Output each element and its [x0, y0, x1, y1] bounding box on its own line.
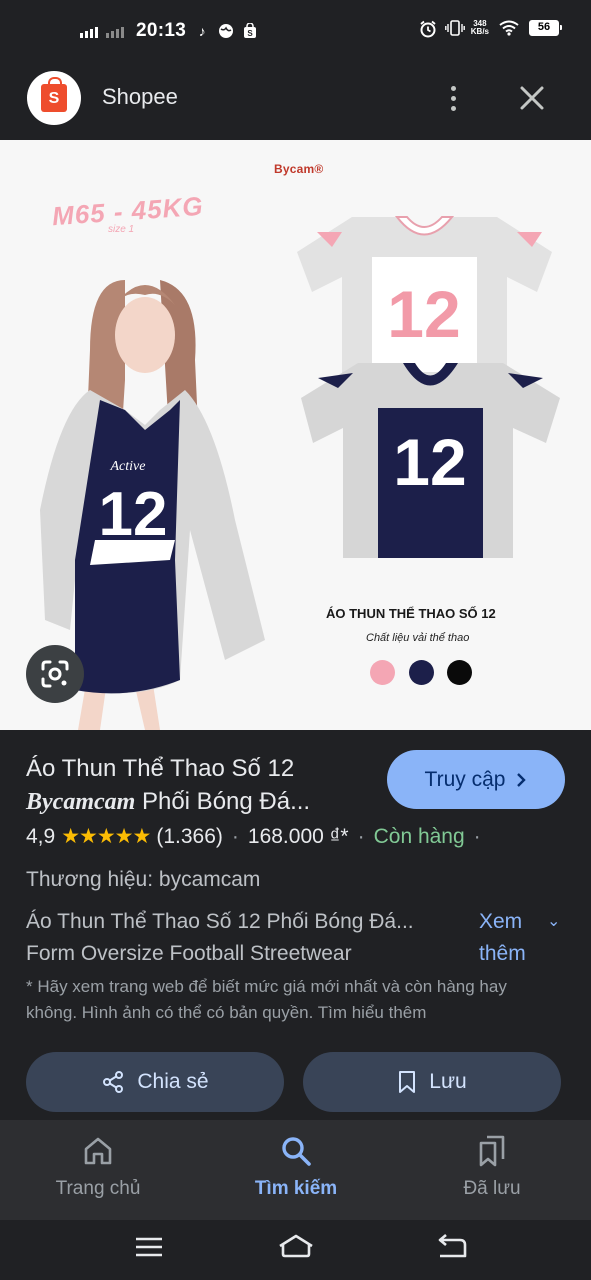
product-description: Áo Thun Thể Thao Số 12 Phối Bóng Đá... F…: [26, 906, 446, 970]
back-icon: [438, 1234, 467, 1258]
product-image[interactable]: Bycam® M65 - 45KG size 1 12 Active 12 12…: [0, 140, 591, 730]
description-line1: Áo Thun Thể Thao Số 12 Phối Bóng Đá...: [26, 910, 414, 933]
visit-button[interactable]: Truy cập: [387, 750, 565, 809]
shopee-bag-icon: S: [41, 77, 67, 112]
svg-text:12: 12: [387, 277, 460, 351]
rating-value: 4,9: [26, 824, 56, 848]
shopee-notification-icon: S: [242, 22, 258, 39]
chevron-down-icon: ⌄: [547, 913, 561, 930]
wifi-icon: [499, 20, 519, 36]
pink-jersey-image: 12: [297, 216, 552, 382]
status-bar: 20:13 ♪ S 348 KB/s 56: [0, 0, 591, 60]
alarm-icon: [419, 20, 436, 38]
stock-status: Còn hàng: [373, 824, 465, 848]
status-left: 20:13 ♪ S: [80, 20, 258, 42]
nav-label-home: Trang chủ: [55, 1178, 141, 1199]
size-sublabel: size 1: [108, 224, 135, 235]
svg-text:12: 12: [393, 425, 466, 499]
status-right: 348 KB/s 56: [419, 20, 562, 38]
tiktok-icon: ♪: [198, 23, 206, 39]
product-title-line2: Bycamcam Phối Bóng Đá...: [26, 785, 376, 819]
product-title-brand: Bycamcam: [26, 789, 136, 815]
globe-icon: [218, 23, 234, 39]
recent-apps-button[interactable]: [131, 1232, 167, 1262]
system-back-button[interactable]: [434, 1232, 470, 1262]
nav-item-search[interactable]: Tìm kiếm: [216, 1134, 376, 1200]
nav-item-home[interactable]: Trang chủ: [18, 1134, 178, 1200]
search-icon: [282, 1137, 311, 1166]
color-swatch-navy: [409, 660, 434, 685]
brand-logo: Bycam®: [274, 162, 324, 176]
see-more-button[interactable]: Xem thêm ⌄: [479, 906, 569, 970]
home-icon: [279, 1234, 313, 1258]
share-label: Chia sẻ: [137, 1070, 209, 1093]
share-icon: [103, 1071, 124, 1093]
net-speed-unit: KB/s: [470, 27, 489, 36]
signal-icon-secondary: [106, 24, 124, 38]
product-info-panel: Áo Thun Thể Thao Số 12 Bycamcam Phối Bón…: [0, 730, 591, 1120]
nav-label-saved: Đã lưu: [463, 1178, 521, 1199]
color-swatch-black: [447, 660, 472, 685]
svg-text:12: 12: [99, 480, 168, 549]
menu-icon: [136, 1237, 162, 1257]
rating-price-row: 4,9 ★★★★★ (1.366) · 168.000 ₫* · Còn hàn…: [26, 824, 571, 849]
see-more-label: Xem thêm: [479, 910, 526, 965]
visit-button-label: Truy cập: [424, 767, 506, 791]
status-clock: 20:13: [136, 20, 187, 41]
close-button[interactable]: [516, 82, 548, 114]
shirt-subtitle: Chất liệu vải thể thao: [366, 632, 470, 644]
shopee-logo[interactable]: S: [27, 71, 81, 125]
dot-icon: [450, 85, 456, 91]
more-options-button[interactable]: [442, 80, 464, 116]
system-navigation-bar: [0, 1220, 591, 1280]
nav-label-search: Tìm kiếm: [254, 1178, 338, 1199]
signal-icon: [80, 24, 98, 38]
dot-icon: [450, 95, 456, 101]
chevron-right-icon: [517, 772, 527, 787]
separator-dot: ·: [357, 824, 365, 848]
brand-line: Thương hiệu: bycamcam: [26, 868, 261, 891]
close-icon: [520, 86, 544, 110]
dot-icon: [450, 105, 456, 111]
product-title[interactable]: Áo Thun Thể Thao Số 12 Bycamcam Phối Bón…: [26, 752, 376, 819]
description-line2: Form Oversize Football Streetwear: [26, 942, 352, 965]
share-button[interactable]: Chia sẻ: [26, 1052, 284, 1112]
save-button[interactable]: Lưu: [303, 1052, 561, 1112]
bottom-navigation: Trang chủ Tìm kiếm Đã lưu: [0, 1120, 591, 1220]
disclaimer-text: * Hãy xem trang web để biết mức giá mới …: [26, 977, 507, 1022]
battery-icon: 56: [529, 20, 562, 36]
app-header: S Shopee: [0, 60, 591, 140]
product-title-rest: Phối Bóng Đá...: [135, 788, 311, 815]
app-title: Shopee: [102, 84, 178, 109]
separator-dot: ·: [231, 824, 239, 848]
net-speed: 348 KB/s: [471, 20, 489, 36]
save-label: Lưu: [429, 1070, 467, 1093]
product-price: 168.000 ₫*: [247, 824, 349, 848]
separator-dot: ·: [473, 824, 481, 848]
bookmarks-icon: [479, 1135, 505, 1167]
navy-jersey-image: 12: [301, 363, 560, 558]
color-swatch-pink: [370, 660, 395, 685]
svg-text:Active: Active: [110, 459, 146, 474]
system-home-button[interactable]: [276, 1232, 316, 1262]
rating-stars: ★★★★★: [61, 825, 151, 848]
google-lens-button[interactable]: [26, 645, 84, 703]
vibrate-icon: [444, 20, 465, 36]
product-title-line1: Áo Thun Thể Thao Số 12: [26, 755, 295, 782]
review-count: (1.366): [156, 824, 223, 848]
shirt-title: ÁO THUN THỂ THAO SỐ 12: [326, 606, 496, 621]
nav-item-saved[interactable]: Đã lưu: [412, 1134, 572, 1200]
lens-icon: [41, 660, 69, 688]
home-icon: [84, 1137, 112, 1165]
svg-text:S: S: [247, 29, 253, 38]
bookmark-icon: [399, 1071, 416, 1093]
